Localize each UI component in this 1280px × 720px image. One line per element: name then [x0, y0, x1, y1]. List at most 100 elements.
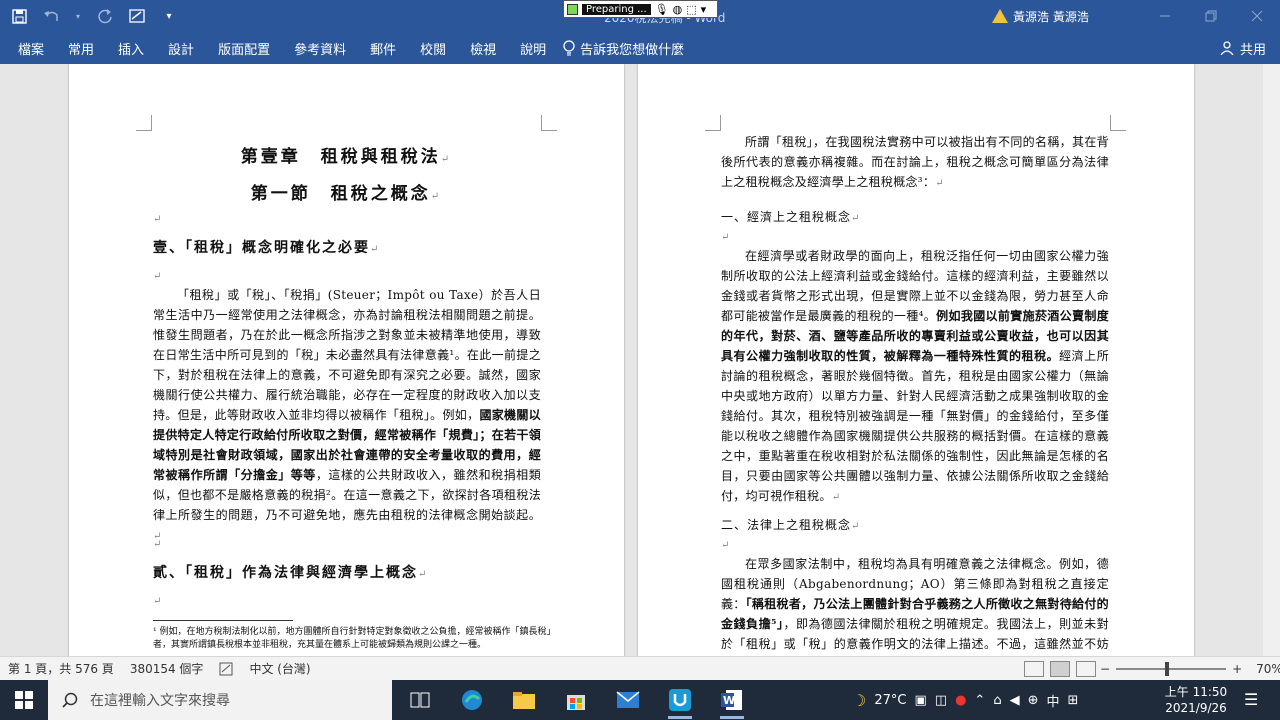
read-mode-icon[interactable]	[1024, 661, 1044, 677]
u-app-icon[interactable]	[654, 680, 706, 720]
paragraph-mark: ↵	[831, 492, 841, 503]
share-button[interactable]: 共用	[1220, 32, 1266, 64]
heading-1: 壹、「租稅」概念明確化之必要↵	[153, 237, 380, 257]
tell-me-search[interactable]: 告訴我您想做什麼	[562, 39, 684, 58]
zoom-out-button[interactable]: −	[1100, 662, 1110, 676]
user-name: 黃源浩 黃源浩	[1013, 9, 1089, 24]
clock-time: 上午 11:50	[1164, 685, 1228, 699]
search-icon	[62, 692, 78, 708]
system-tray: ☽ 27°C ▣ ◫ ● ⌃ ⌂ ◀ ⊕ 中 ⊞	[852, 680, 1078, 720]
store-icon[interactable]	[550, 680, 602, 720]
paragraph-mark: ↵	[418, 569, 429, 580]
margin-corner-mark	[541, 115, 557, 131]
recording-status: Preparing ...	[582, 3, 651, 15]
tab-insert[interactable]: 插入	[106, 32, 156, 64]
save-icon[interactable]	[10, 7, 28, 25]
vertical-scrollbar[interactable]	[1263, 64, 1280, 656]
chapter-title: 第壹章 租稅與租稅法↵	[69, 142, 624, 167]
weather-temp[interactable]: 27°C	[874, 693, 906, 708]
run: 經濟上所討論的租稅概念，著眼於幾個特徵。首先，租稅是由國家公權力（無論中央或地方…	[721, 349, 1109, 503]
task-view-icon[interactable]	[394, 680, 446, 720]
network-icon[interactable]: ⌂	[993, 693, 1001, 708]
tab-design[interactable]: 設計	[156, 32, 206, 64]
body-paragraph-economic: 在經濟學或者財政學的面向上，租稅泛指任何一切由國家公權力強制所收取的公法上經濟利…	[721, 246, 1109, 508]
tab-layout[interactable]: 版面配置	[206, 32, 282, 64]
ime-mode[interactable]: 中	[1046, 691, 1059, 710]
taskbar: 在這裡輸入文字來搜尋 W ☽ 27°C ▣ ◫ ● ⌃ ⌂ ◀ ⊕ 中 ⊞ 上午…	[0, 680, 1280, 720]
clock-date: 2021/9/26	[1165, 701, 1227, 715]
print-layout-icon[interactable]	[1050, 661, 1070, 677]
gamepad-icon[interactable]: ◫	[935, 693, 947, 708]
taskbar-search[interactable]: 在這裡輸入文字來搜尋	[48, 680, 392, 720]
menu-arrow-icon[interactable]: ▾	[701, 3, 707, 16]
customize-icon[interactable]: ▾	[160, 7, 178, 25]
web-layout-icon[interactable]	[1076, 661, 1096, 677]
person-icon	[1220, 41, 1234, 55]
mail-icon[interactable]	[602, 680, 654, 720]
title-bar: ▾ ▾ 2020稅法完稿 - Word Preparing ... 🎙 ◍ ⬚ …	[0, 0, 1280, 32]
word-count[interactable]: 380154 個字	[122, 660, 212, 677]
tab-home[interactable]: 常用	[56, 32, 106, 64]
document-area[interactable]: 第壹章 租稅與租稅法↵ 第一節 租稅之概念↵ ↵ 壹、「租稅」概念明確化之必要↵…	[0, 64, 1280, 656]
dropdown-arrow-icon[interactable]: ▾	[74, 7, 82, 25]
mic-icon[interactable]: 🎙	[655, 3, 669, 16]
app-tray-icon[interactable]: ▣	[914, 693, 926, 708]
tab-view[interactable]: 檢視	[458, 32, 508, 64]
proofing-status[interactable]	[211, 662, 241, 676]
vpn-status-icon[interactable]: ●	[955, 693, 966, 708]
language-icon[interactable]: ⊕	[1028, 693, 1039, 708]
recording-widget[interactable]: Preparing ... 🎙 ◍ ⬚ ▾	[563, 0, 718, 18]
word-icon[interactable]: W	[706, 680, 758, 720]
edge-icon[interactable]	[446, 680, 498, 720]
subheading-economic-text: 一、經濟上之租稅概念	[721, 210, 852, 224]
margin-corner-mark	[136, 115, 152, 131]
show-hidden-icons[interactable]: ⌃	[974, 693, 985, 708]
footnote-1: ¹ 例如，在地方稅制法制化以前，地方團體所自行針對特定對象徵收之公負擔，經常被稱…	[153, 627, 556, 650]
body-paragraph-intro: 所謂「租稅」，在我國稅法實務中可以被指出有不同的名稱，其在背後所代表的意義亦稱複…	[721, 132, 1109, 194]
undo-icon[interactable]	[42, 7, 60, 25]
paragraph-mark: ↵	[153, 271, 162, 282]
weather-moon-icon[interactable]: ☽	[852, 691, 866, 710]
redo-icon[interactable]	[96, 7, 114, 25]
tab-file[interactable]: 檔案	[0, 32, 56, 64]
window-controls	[1142, 0, 1280, 32]
ribbon-tabs: 檔案 常用 插入 設計 版面配置 參考資料 郵件 校閱 檢視 說明 告訴我您想做…	[0, 32, 1280, 64]
tab-mailings[interactable]: 郵件	[358, 32, 408, 64]
margin-corner-mark	[705, 115, 721, 131]
chapter-title-text: 第壹章 租稅與租稅法	[240, 147, 441, 167]
tab-review[interactable]: 校閱	[408, 32, 458, 64]
format-icon[interactable]	[128, 7, 146, 25]
file-explorer-icon[interactable]	[498, 680, 550, 720]
clock[interactable]: 上午 11:50 2021/9/26	[1156, 680, 1236, 720]
zoom-in-button[interactable]: +	[1232, 662, 1242, 676]
ime-settings-icon[interactable]: ⊞	[1068, 693, 1079, 708]
page-count[interactable]: 第 1 頁，共 576 頁	[0, 660, 122, 677]
share-label: 共用	[1239, 42, 1266, 58]
page-2[interactable]: 所謂「租稅」，在我國稅法實務中可以被指出有不同的名稱，其在背後所代表的意義亦稱複…	[638, 64, 1194, 656]
close-icon[interactable]	[1234, 0, 1280, 32]
minimize-icon[interactable]	[1142, 0, 1188, 32]
language-status[interactable]: 中文 (台灣)	[241, 660, 318, 677]
zoom-control: − + 70%	[1100, 657, 1280, 681]
camera-icon[interactable]: ◍	[673, 3, 683, 16]
user-area[interactable]: 黃源浩 黃源浩	[992, 0, 1089, 32]
windows-start-button[interactable]	[0, 680, 48, 720]
paragraph-mark: ↵	[851, 521, 861, 532]
subheading-legal: 二、法律上之租稅概念↵	[721, 516, 860, 533]
zoom-slider[interactable]	[1116, 662, 1227, 676]
page-1[interactable]: 第壹章 租稅與租稅法↵ 第一節 租稅之概念↵ ↵ 壹、「租稅」概念明確化之必要↵…	[69, 64, 624, 656]
section-title: 第一節 租稅之概念↵	[69, 179, 624, 204]
notification-icon[interactable]: ☰	[1244, 690, 1258, 709]
view-buttons	[1024, 657, 1096, 681]
zoom-slider-thumb[interactable]	[1164, 662, 1169, 676]
restore-icon[interactable]	[1188, 0, 1234, 32]
zoom-level[interactable]: 70%	[1256, 662, 1280, 676]
paragraph-mark: ↵	[153, 596, 162, 607]
tab-help[interactable]: 說明	[508, 32, 558, 64]
footnote-separator	[153, 620, 293, 621]
tab-references[interactable]: 參考資料	[282, 32, 358, 64]
paragraph-mark: ↵	[430, 191, 443, 202]
record-icon[interactable]	[567, 3, 578, 15]
volume-icon[interactable]: ◀	[1010, 693, 1020, 708]
region-icon[interactable]: ⬚	[686, 3, 696, 16]
